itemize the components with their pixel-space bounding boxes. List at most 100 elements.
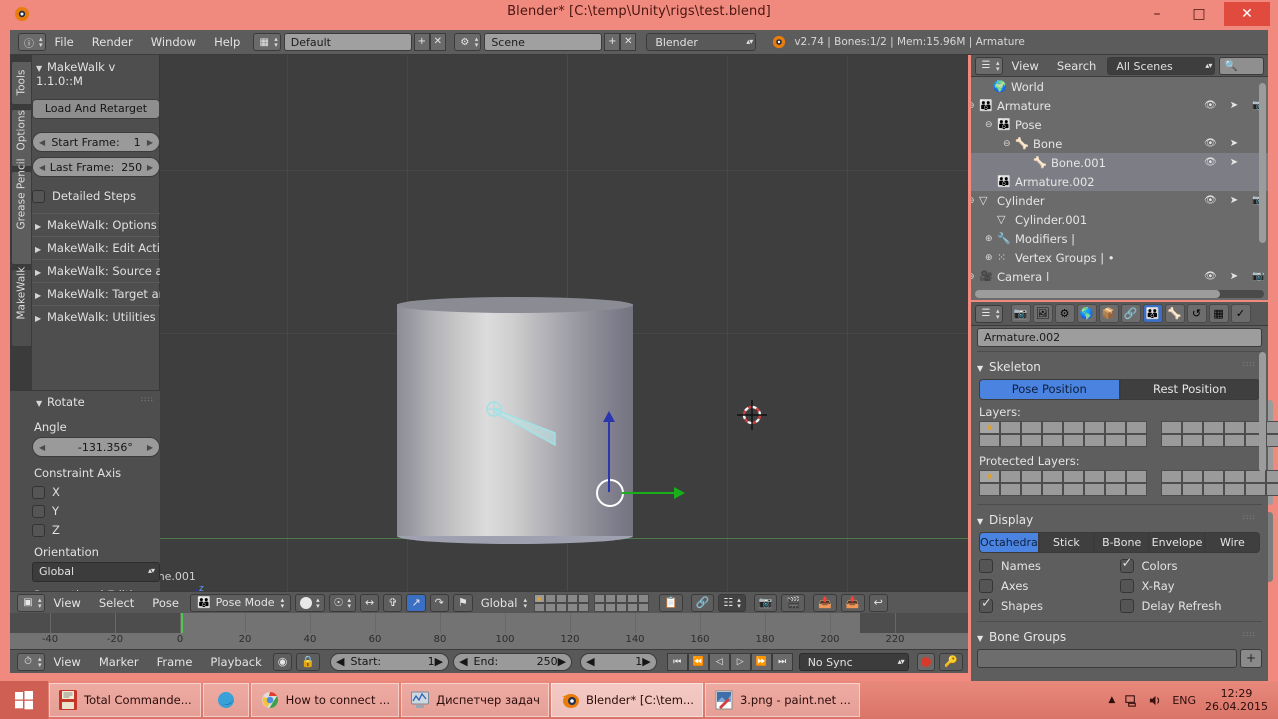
constraint-axis-x[interactable]: X bbox=[32, 485, 160, 499]
transform-orientation-value[interactable]: Global bbox=[475, 596, 524, 610]
names-checkbox[interactable]: Names bbox=[979, 559, 1120, 573]
start-frame-field[interactable]: ◀ Start Frame: 1 ▶ bbox=[32, 132, 160, 152]
opengl-render-animation-button[interactable]: 🎬 bbox=[781, 593, 806, 612]
timeline-menu-marker[interactable]: Marker bbox=[90, 655, 148, 669]
language-indicator[interactable]: ENG bbox=[1172, 694, 1196, 707]
rotation-manipulator[interactable] bbox=[596, 479, 624, 507]
collapse-icon[interactable]: ⊖ bbox=[971, 196, 975, 206]
viewport-menu-view[interactable]: View bbox=[45, 596, 90, 610]
display-wire-button[interactable]: Wire bbox=[1204, 532, 1260, 553]
properties-scrollbar[interactable] bbox=[1259, 352, 1266, 472]
outliner-row[interactable]: ⊖🦴Bone👁➤📷 bbox=[971, 134, 1268, 153]
axes-checkbox[interactable]: Axes bbox=[979, 579, 1120, 593]
scene-icon-selector[interactable]: ⚙ ▴ ▾ bbox=[453, 33, 482, 51]
outliner-horizontal-scrollbar[interactable] bbox=[975, 290, 1264, 298]
add-layout-button[interactable]: + bbox=[413, 33, 430, 51]
outliner-search-field[interactable]: 🔍 bbox=[1219, 56, 1264, 75]
taskbar-item-total-commander[interactable]: Total Commande... bbox=[49, 683, 201, 717]
tab-bone[interactable]: 🦴 bbox=[1164, 304, 1185, 323]
outliner-row[interactable]: ▽ Cylinder.001 bbox=[971, 210, 1268, 229]
renderability-icon[interactable]: 📷 bbox=[1252, 271, 1264, 281]
manipulator-z-axis[interactable] bbox=[603, 411, 615, 492]
pose-position-button[interactable]: Pose Position bbox=[979, 379, 1120, 400]
manipulator-y-axis[interactable] bbox=[622, 487, 685, 499]
translate-manipulator-button[interactable]: ↗ bbox=[406, 593, 426, 612]
end-frame-input[interactable]: ◀ End: 250 ▶ bbox=[453, 652, 573, 671]
makewalk-edit-actions-section[interactable]: ▶ MakeWalk: Edit Acti bbox=[32, 236, 160, 259]
expand-icon[interactable]: ⊕ bbox=[985, 253, 993, 263]
timeline-menu-view[interactable]: View bbox=[45, 655, 90, 669]
snap-during-transform-toggle[interactable]: 🔗 bbox=[690, 593, 715, 612]
sidebar-tab-makewalk[interactable]: MakeWalk bbox=[11, 267, 31, 347]
add-bone-group-button[interactable]: + bbox=[1240, 649, 1262, 668]
cylinder-mesh[interactable] bbox=[397, 297, 633, 544]
sidebar-tab-grease-pencil[interactable]: Grease Pencil bbox=[11, 158, 31, 265]
viewport-editor-type[interactable]: ▣ ▴ ▾ bbox=[17, 593, 45, 612]
current-frame-input[interactable]: ◀ 1 ▶ bbox=[580, 652, 657, 671]
collapse-icon[interactable]: ⊖ bbox=[971, 101, 975, 111]
orientation-selector[interactable]: Global bbox=[32, 562, 160, 582]
display-bbone-button[interactable]: B-Bone bbox=[1094, 532, 1150, 553]
outliner-tree[interactable]: 🌍World⊖👪Armature👁➤📷⊖👪Pose⊖🦴Bone👁➤📷🦴Bone.… bbox=[971, 77, 1268, 281]
display-octahedra-button[interactable]: Octahedra bbox=[979, 532, 1039, 553]
tab-constraints[interactable]: 🔗 bbox=[1120, 304, 1141, 323]
taskbar-item-ie[interactable] bbox=[202, 683, 249, 717]
timeline-ruler[interactable]: -40 -20 0 20 40 60 80 100 120 140 160 18… bbox=[10, 613, 968, 649]
collapse-icon[interactable]: ⊖ bbox=[985, 120, 993, 130]
outliner-row[interactable]: 🦴Bone.001👁➤📷 bbox=[971, 153, 1268, 172]
sidebar-tab-tools[interactable]: Tools bbox=[11, 61, 31, 105]
shapes-checkbox[interactable]: Shapes bbox=[979, 596, 1120, 613]
xray-checkbox[interactable]: X-Ray bbox=[1119, 579, 1261, 593]
selectability-icon[interactable]: ➤ bbox=[1228, 157, 1240, 168]
pivot-point-selector[interactable]: ☉ ▴ ▾ bbox=[328, 593, 356, 612]
record-button[interactable] bbox=[916, 652, 936, 671]
tab-object[interactable]: 📦 bbox=[1098, 304, 1119, 323]
outliner-vertical-scrollbar[interactable] bbox=[1259, 83, 1266, 243]
snap-element-selector[interactable]: ☷ ▴ ▾ bbox=[718, 593, 746, 612]
display-mode-toggle[interactable]: Octahedra Stick B-Bone Envelope Wire bbox=[979, 532, 1260, 553]
properties-editor-type[interactable]: ☰ ▴ ▾ bbox=[975, 304, 1003, 323]
volume-icon[interactable] bbox=[1148, 693, 1163, 708]
show-hidden-icons-button[interactable]: ▲ bbox=[1108, 695, 1115, 705]
manipulator-toggle[interactable]: ✞ bbox=[383, 593, 403, 612]
manipulate-center-toggle[interactable]: ↔ bbox=[360, 593, 380, 612]
tab-render-layers[interactable]: 🖼 bbox=[1032, 304, 1053, 323]
skeleton-section-header[interactable]: ▼ Skeleton :::: bbox=[971, 356, 1268, 377]
selectability-icon[interactable]: ➤ bbox=[1228, 195, 1240, 206]
visibility-icon[interactable]: 👁 bbox=[1204, 157, 1217, 168]
outliner-menu-search[interactable]: Search bbox=[1048, 59, 1106, 73]
display-stick-button[interactable]: Stick bbox=[1038, 532, 1095, 553]
add-scene-button[interactable]: + bbox=[604, 33, 621, 51]
outliner-row[interactable]: 🌍 World bbox=[971, 77, 1268, 96]
makewalk-utilities-section[interactable]: ▶ MakeWalk: Utilities bbox=[32, 305, 160, 328]
tab-bone-constraints[interactable]: ↺ bbox=[1186, 304, 1207, 323]
interaction-mode-selector[interactable]: 👪 Pose Mode ▴ ▾ bbox=[189, 593, 292, 612]
delay-refresh-checkbox[interactable]: Delay Refresh bbox=[1119, 599, 1261, 613]
display-section-header[interactable]: ▼ Display :::: bbox=[971, 509, 1268, 530]
keying-set-button[interactable]: 🔑 bbox=[939, 652, 963, 671]
constraint-axis-z[interactable]: Z bbox=[32, 523, 160, 537]
armature-layers-grid[interactable] bbox=[533, 593, 654, 612]
viewport-menu-pose[interactable]: Pose bbox=[143, 596, 188, 610]
makewalk-options-section[interactable]: ▶ MakeWalk: Options bbox=[32, 213, 160, 236]
viewport-shading-selector[interactable]: ▴ ▾ bbox=[295, 593, 325, 612]
tab-render[interactable]: 📷 bbox=[1010, 304, 1031, 323]
makewalk-target-section[interactable]: ▶ MakeWalk: Target ar bbox=[32, 282, 160, 305]
pose-copy-button[interactable]: 📤 bbox=[813, 593, 837, 612]
menu-help[interactable]: Help bbox=[205, 32, 249, 52]
visibility-icon[interactable]: 👁 bbox=[1204, 138, 1217, 149]
timeline-menu-frame[interactable]: Frame bbox=[148, 655, 202, 669]
bone-groups-list[interactable]: + bbox=[977, 649, 1262, 668]
jump-end-button[interactable]: ⏭ bbox=[771, 652, 793, 671]
selectability-icon[interactable]: ➤ bbox=[1228, 100, 1240, 111]
rotate-panel-header[interactable]: ▼ Rotate :::: bbox=[32, 392, 160, 412]
timeline-editor-type[interactable]: ⏱ ▴ ▾ bbox=[17, 652, 45, 671]
viewport-menu-select[interactable]: Select bbox=[90, 596, 143, 610]
pose-paste-button[interactable]: 📥 bbox=[840, 593, 865, 612]
screen-layout-field[interactable]: Default bbox=[283, 33, 412, 51]
play-reverse-button[interactable]: ◁ bbox=[708, 652, 730, 671]
taskbar-item-paintnet[interactable]: 3.png - paint.net ... bbox=[704, 683, 860, 717]
screen-layout-icon-selector[interactable]: ▦ ▴ ▾ bbox=[253, 33, 281, 51]
prev-keyframe-button[interactable]: ⏪ bbox=[687, 652, 709, 671]
visibility-icon[interactable]: 👁 bbox=[1204, 100, 1217, 111]
